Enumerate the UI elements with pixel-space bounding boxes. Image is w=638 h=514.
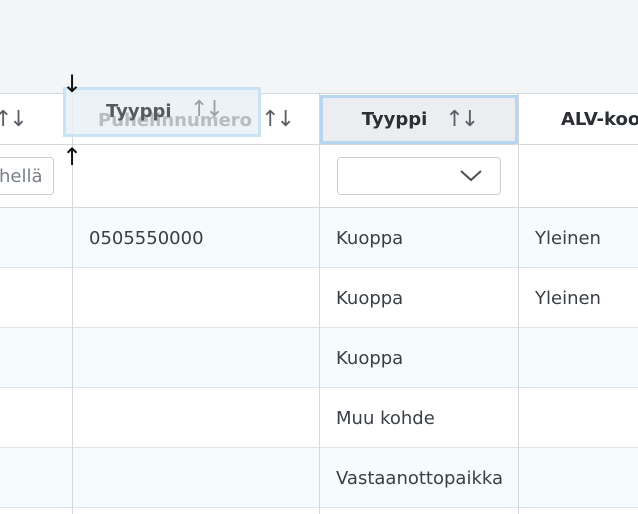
- column-divider[interactable]: [518, 93, 519, 514]
- cell-puhelinnumero: 0505550000: [89, 228, 204, 249]
- drag-ghost-sort-icon: ↑↓: [190, 97, 224, 122]
- cell-alv: Yleinen: [535, 228, 601, 249]
- cell-tyyppi: Kuoppa: [336, 228, 404, 249]
- drop-marker-bottom-arrow-icon: ↑: [62, 143, 83, 171]
- sort-icon[interactable]: ↑↓: [0, 107, 28, 132]
- cell-alv: Yleinen: [535, 288, 601, 309]
- cell-tyyppi: Muu kohde: [336, 408, 435, 429]
- chevron-down-icon: [460, 170, 482, 182]
- filter-input-value: hellä: [0, 166, 43, 187]
- tyyppi-filter-select[interactable]: [337, 157, 501, 195]
- left-filter-input[interactable]: hellä: [0, 157, 54, 195]
- column-header-label: Tyyppi: [361, 108, 428, 130]
- column-header-label: ALV-koo: [561, 108, 638, 130]
- cell-tyyppi: Kuoppa: [336, 288, 404, 309]
- column-divider[interactable]: [319, 93, 320, 514]
- drop-marker-top-arrow-icon: ↓: [62, 70, 83, 98]
- column-header-tyyppi-content[interactable]: Tyyppi ↑↓: [320, 93, 518, 145]
- cell-tyyppi: Kuoppa: [336, 348, 404, 369]
- cell-tyyppi: Vastaanottopaikka: [336, 468, 504, 489]
- sort-icon[interactable]: ↑↓: [261, 107, 295, 132]
- drag-ghost-label: Tyyppi: [106, 101, 172, 122]
- top-toolbar-area: [0, 0, 638, 93]
- column-header-alv[interactable]: ALV-koo: [520, 93, 638, 145]
- sort-icon[interactable]: ↑↓: [445, 107, 479, 132]
- left-column-header[interactable]: ↑↓: [0, 93, 28, 145]
